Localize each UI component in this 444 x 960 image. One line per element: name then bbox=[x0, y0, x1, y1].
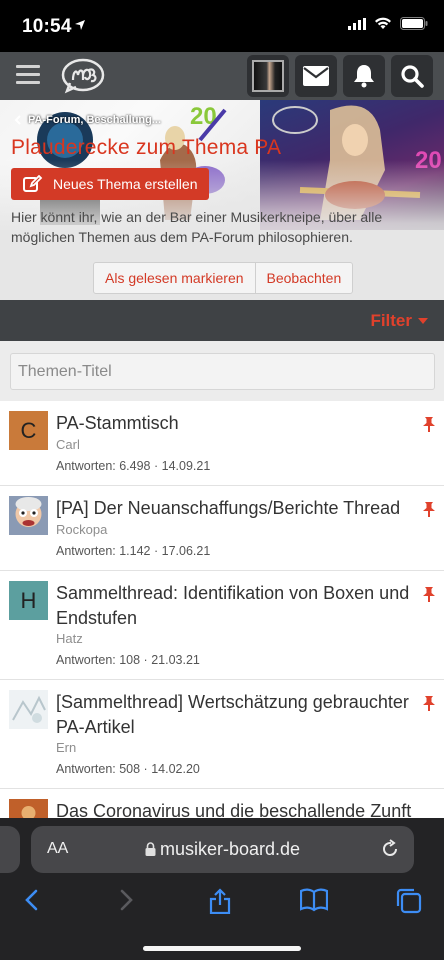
thread-title[interactable]: [Sammelthread] Wertschätzung gebrauchter… bbox=[56, 690, 414, 740]
status-bar: 10:54 bbox=[0, 0, 444, 52]
pin-icon bbox=[423, 587, 435, 602]
content-area: Themen-Titel C PA-Stammtisch Carl Antwor… bbox=[0, 341, 444, 849]
user-avatar-button[interactable] bbox=[247, 55, 289, 97]
avatar bbox=[252, 60, 284, 92]
thread-meta: Antworten: 1.142 · 17.06.21 bbox=[56, 544, 211, 558]
pin-icon bbox=[423, 696, 435, 711]
edit-icon bbox=[23, 175, 43, 192]
forum-title: Plauderecke zum Thema PA bbox=[11, 136, 282, 159]
breadcrumb-label: PA-Forum, Beschallung... bbox=[28, 114, 162, 126]
home-indicator bbox=[143, 946, 301, 951]
avatar-letter: H bbox=[9, 581, 48, 620]
address-bar[interactable]: AA musiker-board.de bbox=[31, 826, 414, 873]
share-icon[interactable] bbox=[208, 888, 232, 914]
status-icons bbox=[348, 17, 428, 30]
thread-author[interactable]: Ern bbox=[56, 740, 76, 755]
thread-item[interactable]: [PA] Der Neuanschaffungs/Berichte Thread… bbox=[0, 486, 444, 571]
musiker-board-logo[interactable] bbox=[60, 57, 106, 95]
url-display[interactable]: musiker-board.de bbox=[31, 839, 414, 860]
new-thread-button[interactable]: Neues Thema erstellen bbox=[11, 168, 210, 200]
avatar-letter: C bbox=[9, 411, 48, 450]
tabs-icon[interactable] bbox=[396, 888, 422, 914]
search-icon bbox=[401, 65, 424, 88]
thread-title[interactable]: PA-Stammtisch bbox=[56, 411, 414, 436]
pin-icon bbox=[423, 502, 435, 517]
avatar-image bbox=[9, 690, 48, 729]
avatar[interactable] bbox=[9, 496, 48, 535]
thread-list: C PA-Stammtisch Carl Antworten: 6.498 · … bbox=[0, 401, 444, 849]
previous-tab-preview[interactable] bbox=[0, 826, 20, 873]
avatar[interactable] bbox=[9, 690, 48, 729]
thread-author[interactable]: Hatz bbox=[56, 631, 83, 646]
url-text: musiker-board.de bbox=[159, 839, 301, 859]
filter-button[interactable]: Filter bbox=[370, 311, 428, 331]
forum-description: Hier könnt ihr, wie an der Bar einer Mus… bbox=[11, 209, 383, 245]
bookmarks-icon[interactable] bbox=[300, 888, 328, 912]
notifications-button[interactable] bbox=[343, 55, 385, 97]
thread-author[interactable]: Carl bbox=[56, 437, 80, 452]
pin-icon bbox=[423, 417, 435, 432]
messages-button[interactable] bbox=[295, 55, 337, 97]
battery-icon bbox=[400, 17, 428, 30]
thread-meta: Antworten: 108 · 21.03.21 bbox=[56, 653, 200, 667]
breadcrumb[interactable]: PA-Forum, Beschallung... bbox=[14, 114, 161, 126]
location-arrow-icon bbox=[75, 20, 85, 30]
browser-bar: AA musiker-board.de bbox=[0, 818, 444, 960]
chevron-left-icon bbox=[14, 115, 21, 125]
thread-title-search-input[interactable]: Themen-Titel bbox=[10, 353, 435, 390]
status-time: 10:54 bbox=[22, 16, 72, 37]
thread-item[interactable]: H Sammelthread: Identifikation von Boxen… bbox=[0, 571, 444, 680]
forum-actions: Als gelesen markieren Beobachten bbox=[93, 262, 354, 294]
thread-meta: Antworten: 6.498 · 14.09.21 bbox=[56, 459, 211, 473]
thread-meta: Antworten: 508 · 14.02.20 bbox=[56, 762, 200, 776]
mark-read-button[interactable]: Als gelesen markieren bbox=[94, 263, 255, 293]
bell-icon bbox=[354, 65, 374, 88]
avatar-image bbox=[9, 496, 48, 535]
forward-icon[interactable] bbox=[118, 888, 134, 912]
filter-bar: Filter bbox=[0, 300, 444, 341]
thread-item[interactable]: C PA-Stammtisch Carl Antworten: 6.498 · … bbox=[0, 401, 444, 486]
avatar[interactable]: H bbox=[9, 581, 48, 620]
filter-label: Filter bbox=[370, 311, 412, 330]
thread-title[interactable]: [PA] Der Neuanschaffungs/Berichte Thread bbox=[56, 496, 414, 521]
thread-item[interactable]: [Sammelthread] Wertschätzung gebrauchter… bbox=[0, 680, 444, 789]
lock-icon bbox=[145, 842, 156, 856]
hamburger-icon[interactable] bbox=[16, 65, 40, 85]
back-icon[interactable] bbox=[24, 888, 40, 912]
search-button[interactable] bbox=[391, 55, 433, 97]
wifi-icon bbox=[375, 17, 391, 29]
reload-icon[interactable] bbox=[380, 839, 400, 859]
app-header bbox=[0, 52, 444, 100]
thread-title[interactable]: Sammelthread: Identifikation von Boxen u… bbox=[56, 581, 414, 631]
caret-down-icon bbox=[418, 318, 428, 324]
new-thread-label: Neues Thema erstellen bbox=[53, 176, 198, 192]
watch-button[interactable]: Beobachten bbox=[254, 263, 353, 293]
envelope-icon bbox=[303, 66, 329, 86]
thread-author[interactable]: Rockopa bbox=[56, 522, 107, 537]
browser-toolbar bbox=[0, 884, 444, 924]
cellular-signal-icon bbox=[348, 17, 366, 30]
avatar[interactable]: C bbox=[9, 411, 48, 450]
